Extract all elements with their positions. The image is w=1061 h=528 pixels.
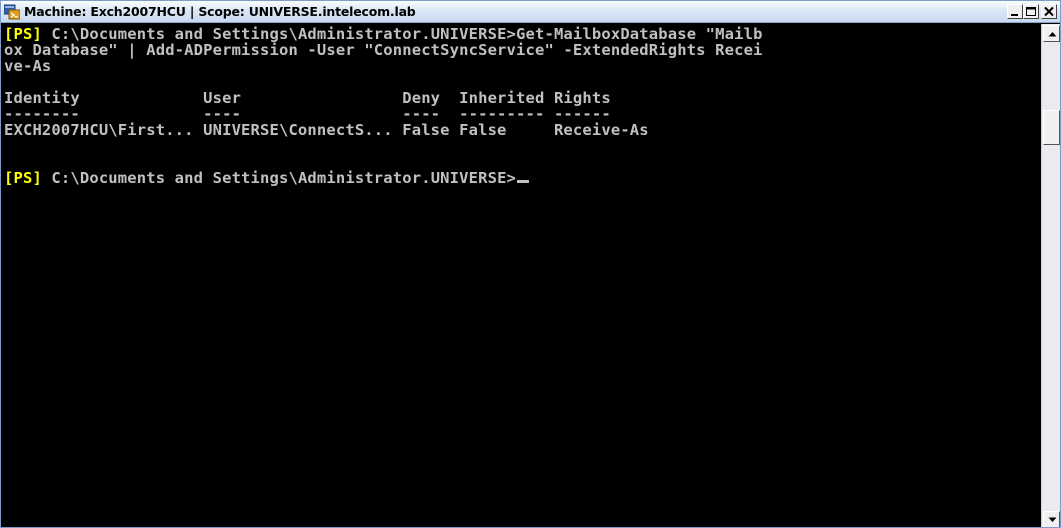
- close-icon: [1044, 6, 1054, 17]
- minimize-button[interactable]: [1007, 4, 1023, 19]
- table-header: Identity User Deny Inherited Rights: [4, 89, 611, 107]
- powershell-window: Machine: Exch2007HCU | Scope: UNIVERSE.i…: [0, 0, 1061, 528]
- vertical-scrollbar[interactable]: [1041, 24, 1060, 527]
- arrow-down-icon: [1048, 517, 1057, 522]
- arrow-up-icon: [1048, 32, 1057, 37]
- text-cursor: [517, 180, 530, 183]
- command-line-1: [PS] C:\Documents and Settings\Administr…: [4, 26, 763, 42]
- table-row: EXCH2007HCU\First... UNIVERSE\ConnectS..…: [4, 121, 649, 139]
- table-header-underline: -------- ---- ---- --------- ------: [4, 105, 611, 123]
- console-output[interactable]: [PS] C:\Documents and Settings\Administr…: [1, 24, 1041, 527]
- scroll-down-button[interactable]: [1043, 511, 1060, 527]
- powershell-window-icon[interactable]: [3, 4, 21, 20]
- current-prompt: [PS] C:\Documents and Settings\Administr…: [4, 169, 530, 187]
- close-button[interactable]: [1041, 4, 1057, 19]
- ps-prompt-tag: [PS]: [4, 169, 42, 187]
- command-line-3: ve-As: [4, 57, 52, 75]
- maximize-icon: [1026, 7, 1036, 16]
- command-line-2: ox Database" | Add-ADPermission -User "C…: [4, 41, 763, 59]
- scroll-up-button[interactable]: [1043, 25, 1060, 42]
- scroll-thumb[interactable]: [1043, 110, 1060, 145]
- window-title: Machine: Exch2007HCU | Scope: UNIVERSE.i…: [24, 4, 416, 19]
- title-bar[interactable]: Machine: Exch2007HCU | Scope: UNIVERSE.i…: [1, 1, 1060, 23]
- minimize-icon: [1011, 14, 1018, 16]
- maximize-button[interactable]: [1023, 4, 1039, 19]
- prompt-path: C:\Documents and Settings\Administrator.…: [41, 169, 517, 187]
